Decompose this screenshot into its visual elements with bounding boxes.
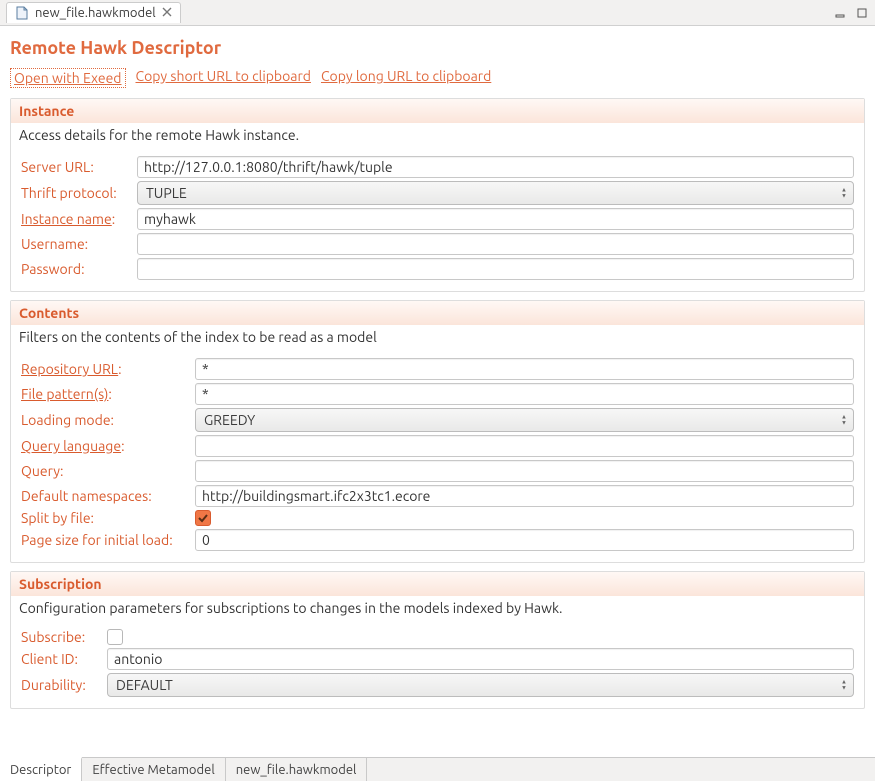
- instance-name-label: Instance name:: [21, 211, 131, 227]
- subscription-section: Subscription Configuration parameters fo…: [10, 571, 865, 709]
- server-url-input[interactable]: [137, 156, 854, 178]
- repository-url-input[interactable]: [195, 358, 854, 380]
- username-input[interactable]: [137, 233, 854, 255]
- section-heading: Subscription: [11, 572, 864, 596]
- split-by-file-label: Split by file:: [21, 510, 189, 526]
- loading-mode-value: GREEDY: [204, 412, 255, 428]
- section-heading: Instance: [11, 99, 864, 123]
- tab-descriptor[interactable]: Descriptor: [0, 757, 82, 781]
- editor-tab[interactable]: new_file.hawkmodel: [6, 2, 181, 23]
- query-label: Query:: [21, 463, 189, 479]
- repository-url-label: Repository URL:: [21, 361, 189, 377]
- editor-body: Remote Hawk Descriptor Open with Exeed C…: [0, 26, 875, 757]
- page-title: Remote Hawk Descriptor: [10, 38, 865, 58]
- instance-section: Instance Access details for the remote H…: [10, 98, 865, 292]
- username-label: Username:: [21, 236, 131, 252]
- spinner-icon: ▲▼: [841, 415, 847, 426]
- default-namespaces-label: Default namespaces:: [21, 488, 189, 504]
- file-pattern-label: File pattern(s):: [21, 386, 189, 402]
- close-icon[interactable]: [162, 7, 172, 20]
- file-pattern-input[interactable]: [195, 383, 854, 405]
- contents-section: Contents Filters on the contents of the …: [10, 300, 865, 563]
- loading-mode-label: Loading mode:: [21, 412, 189, 428]
- split-by-file-checkbox[interactable]: [195, 510, 211, 526]
- instance-name-input[interactable]: [137, 208, 854, 230]
- section-description: Access details for the remote Hawk insta…: [11, 123, 864, 149]
- subscribe-checkbox[interactable]: [107, 629, 123, 645]
- query-input[interactable]: [195, 460, 854, 482]
- client-id-label: Client ID:: [21, 651, 101, 667]
- file-icon: [15, 6, 29, 20]
- editor-tab-bar: new_file.hawkmodel: [0, 0, 875, 26]
- tab-source-file[interactable]: new_file.hawkmodel: [226, 758, 368, 781]
- editor-tab-label: new_file.hawkmodel: [35, 6, 156, 20]
- default-namespaces-input[interactable]: [195, 485, 854, 507]
- open-exeed-link[interactable]: Open with Exeed: [10, 68, 126, 88]
- subscribe-label: Subscribe:: [21, 629, 101, 645]
- section-heading: Contents: [11, 301, 864, 325]
- tab-effective-metamodel[interactable]: Effective Metamodel: [82, 758, 225, 781]
- spinner-icon: ▲▼: [841, 188, 847, 199]
- durability-label: Durability:: [21, 677, 101, 693]
- minimize-icon[interactable]: [833, 6, 847, 20]
- thrift-protocol-value: TUPLE: [146, 185, 187, 201]
- query-language-input[interactable]: [195, 435, 854, 457]
- bottom-tab-bar: Descriptor Effective Metamodel new_file.…: [0, 757, 875, 781]
- loading-mode-select[interactable]: GREEDY ▲▼: [195, 408, 854, 432]
- thrift-protocol-select[interactable]: TUPLE ▲▼: [137, 181, 854, 205]
- server-url-label: Server URL:: [21, 159, 131, 175]
- spinner-icon: ▲▼: [841, 680, 847, 691]
- password-label: Password:: [21, 261, 131, 277]
- durability-select[interactable]: DEFAULT ▲▼: [107, 673, 854, 697]
- thrift-protocol-label: Thrift protocol:: [21, 185, 131, 201]
- maximize-icon[interactable]: [855, 6, 869, 20]
- copy-short-url-link[interactable]: Copy short URL to clipboard: [136, 68, 311, 88]
- password-input[interactable]: [137, 258, 854, 280]
- section-description: Filters on the contents of the index to …: [11, 325, 864, 351]
- action-links: Open with Exeed Copy short URL to clipbo…: [10, 68, 865, 88]
- query-language-label: Query language:: [21, 438, 189, 454]
- page-size-input[interactable]: [195, 529, 854, 551]
- durability-value: DEFAULT: [116, 677, 173, 693]
- section-description: Configuration parameters for subscriptio…: [11, 596, 864, 622]
- copy-long-url-link[interactable]: Copy long URL to clipboard: [321, 68, 491, 88]
- page-size-label: Page size for initial load:: [21, 532, 189, 548]
- client-id-input[interactable]: [107, 648, 854, 670]
